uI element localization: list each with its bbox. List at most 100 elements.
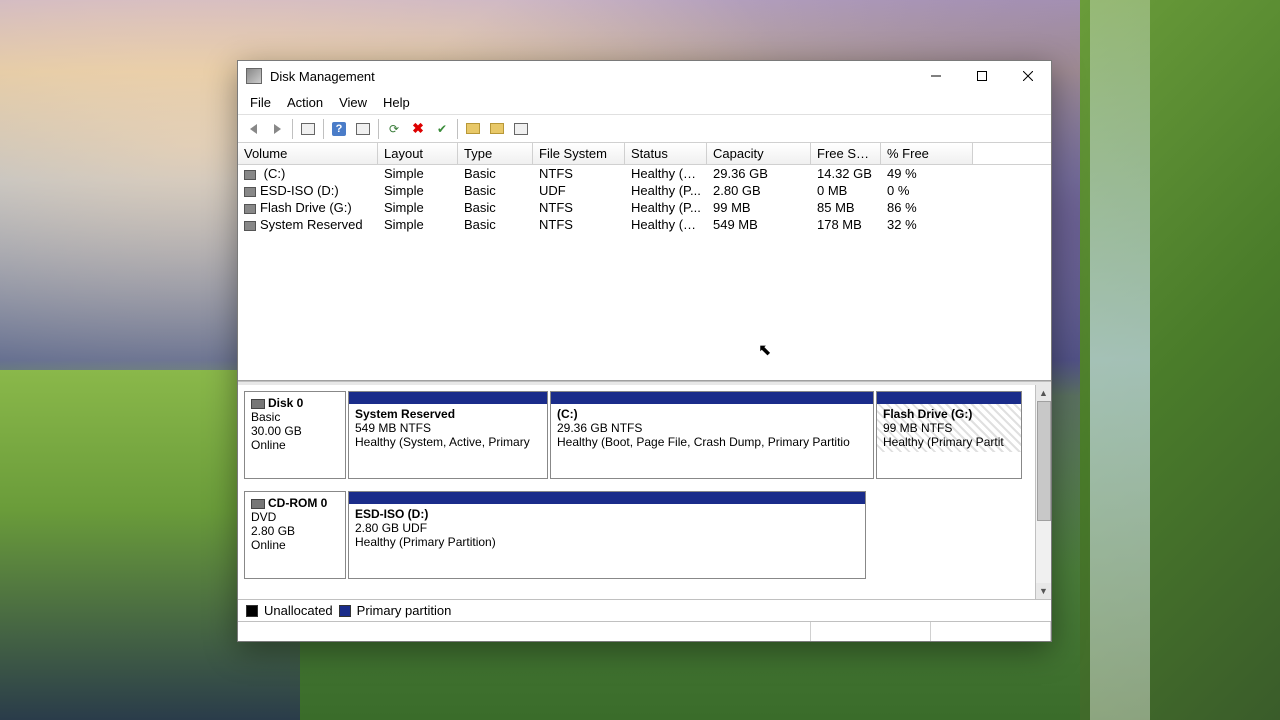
action2-button[interactable] bbox=[486, 118, 508, 140]
properties-button[interactable] bbox=[352, 118, 374, 140]
delete-button[interactable]: ✖ bbox=[407, 118, 429, 140]
disk-label[interactable]: Disk 0Basic30.00 GBOnline bbox=[244, 391, 346, 479]
col-pctfree[interactable]: % Free bbox=[881, 143, 973, 164]
volume-cell: Simple bbox=[378, 217, 458, 232]
volume-cell: Simple bbox=[378, 166, 458, 181]
partition-header bbox=[877, 392, 1021, 404]
disk-label[interactable]: CD-ROM 0DVD2.80 GBOnline bbox=[244, 491, 346, 579]
arrow-right-icon bbox=[274, 124, 281, 134]
col-capacity[interactable]: Capacity bbox=[707, 143, 811, 164]
volume-row[interactable]: (C:)SimpleBasicNTFSHealthy (B...29.36 GB… bbox=[238, 165, 1051, 182]
check-button[interactable]: ✔ bbox=[431, 118, 453, 140]
volume-cell: Healthy (P... bbox=[625, 183, 707, 198]
disk-row: CD-ROM 0DVD2.80 GBOnlineESD-ISO (D:)2.80… bbox=[244, 491, 1045, 579]
wallpaper-waterfall bbox=[1090, 0, 1150, 720]
volume-cell: Healthy (S... bbox=[625, 217, 707, 232]
volume-cell: 85 MB bbox=[811, 200, 881, 215]
panel-icon bbox=[301, 123, 315, 135]
volume-row[interactable]: Flash Drive (G:)SimpleBasicNTFSHealthy (… bbox=[238, 199, 1051, 216]
legend-unallocated-swatch bbox=[246, 605, 258, 617]
volume-cell: Basic bbox=[458, 200, 533, 215]
volume-cell: Basic bbox=[458, 166, 533, 181]
volume-cell: Healthy (B... bbox=[625, 166, 707, 181]
menu-view[interactable]: View bbox=[331, 93, 375, 112]
col-type[interactable]: Type bbox=[458, 143, 533, 164]
volume-cell: 99 MB bbox=[707, 200, 811, 215]
volume-cell: 0 % bbox=[881, 183, 973, 198]
volume-cell: 86 % bbox=[881, 200, 973, 215]
minimize-button[interactable] bbox=[913, 61, 959, 91]
close-button[interactable] bbox=[1005, 61, 1051, 91]
graphical-scrollbar[interactable]: ▲ ▼ bbox=[1035, 385, 1051, 599]
volume-cell: NTFS bbox=[533, 200, 625, 215]
volume-cell: UDF bbox=[533, 183, 625, 198]
arrow-left-icon bbox=[250, 124, 257, 134]
volume-list-header: Volume Layout Type File System Status Ca… bbox=[238, 143, 1051, 165]
partition-header bbox=[349, 492, 865, 504]
col-volume[interactable]: Volume bbox=[238, 143, 378, 164]
volume-cell: Basic bbox=[458, 217, 533, 232]
help-button[interactable]: ? bbox=[328, 118, 350, 140]
volume-cell: NTFS bbox=[533, 166, 625, 181]
volume-cell: (C:) bbox=[238, 166, 378, 181]
toolbar-separator bbox=[378, 119, 379, 139]
col-filesystem[interactable]: File System bbox=[533, 143, 625, 164]
x-icon: ✖ bbox=[412, 120, 424, 137]
forward-button[interactable] bbox=[266, 118, 288, 140]
volume-cell: 14.32 GB bbox=[811, 166, 881, 181]
scroll-thumb[interactable] bbox=[1037, 401, 1051, 521]
scroll-up-button[interactable]: ▲ bbox=[1036, 385, 1051, 401]
partition-container: System Reserved549 MB NTFSHealthy (Syste… bbox=[348, 391, 1045, 479]
graphical-view: Disk 0Basic30.00 GBOnlineSystem Reserved… bbox=[238, 385, 1051, 599]
volume-list-body[interactable]: (C:)SimpleBasicNTFSHealthy (B...29.36 GB… bbox=[238, 165, 1051, 380]
toolbar-separator bbox=[457, 119, 458, 139]
col-freespace[interactable]: Free Spa... bbox=[811, 143, 881, 164]
action1-button[interactable] bbox=[462, 118, 484, 140]
volume-cell: 178 MB bbox=[811, 217, 881, 232]
volume-cell: ESD-ISO (D:) bbox=[238, 183, 378, 198]
volume-cell: System Reserved bbox=[238, 217, 378, 232]
partition[interactable]: ESD-ISO (D:)2.80 GB UDFHealthy (Primary … bbox=[348, 491, 866, 579]
app-icon bbox=[246, 68, 262, 84]
toolbar-separator bbox=[323, 119, 324, 139]
menu-help[interactable]: Help bbox=[375, 93, 418, 112]
legend-unallocated-label: Unallocated bbox=[264, 603, 333, 618]
titlebar[interactable]: Disk Management bbox=[238, 61, 1051, 91]
volume-cell: 2.80 GB bbox=[707, 183, 811, 198]
menu-file[interactable]: File bbox=[242, 93, 279, 112]
window-icon bbox=[514, 123, 528, 135]
refresh-icon: ⟳ bbox=[389, 122, 399, 136]
partition[interactable]: Flash Drive (G:)99 MB NTFSHealthy (Prima… bbox=[876, 391, 1022, 479]
menubar: File Action View Help bbox=[238, 91, 1051, 115]
volume-row[interactable]: System ReservedSimpleBasicNTFSHealthy (S… bbox=[238, 216, 1051, 233]
refresh-button[interactable]: ⟳ bbox=[383, 118, 405, 140]
folder-icon bbox=[466, 123, 480, 134]
menu-action[interactable]: Action bbox=[279, 93, 331, 112]
volume-cell: 49 % bbox=[881, 166, 973, 181]
volume-cell: 32 % bbox=[881, 217, 973, 232]
col-status[interactable]: Status bbox=[625, 143, 707, 164]
disk-row: Disk 0Basic30.00 GBOnlineSystem Reserved… bbox=[244, 391, 1045, 479]
show-hide-console-button[interactable] bbox=[297, 118, 319, 140]
partition[interactable]: System Reserved549 MB NTFSHealthy (Syste… bbox=[348, 391, 548, 479]
volume-cell: Healthy (P... bbox=[625, 200, 707, 215]
statusbar bbox=[238, 621, 1051, 641]
partition-header bbox=[551, 392, 873, 404]
volume-row[interactable]: ESD-ISO (D:)SimpleBasicUDFHealthy (P...2… bbox=[238, 182, 1051, 199]
toolbar-separator bbox=[292, 119, 293, 139]
col-layout[interactable]: Layout bbox=[378, 143, 458, 164]
partition-header bbox=[349, 392, 547, 404]
check-icon: ✔ bbox=[437, 122, 447, 136]
scroll-down-button[interactable]: ▼ bbox=[1036, 583, 1051, 599]
volume-cell: NTFS bbox=[533, 217, 625, 232]
disk-management-window: Disk Management File Action View Help ? … bbox=[237, 60, 1052, 642]
volume-cell: Simple bbox=[378, 183, 458, 198]
back-button[interactable] bbox=[242, 118, 264, 140]
action3-button[interactable] bbox=[510, 118, 532, 140]
volume-list: Volume Layout Type File System Status Ca… bbox=[238, 143, 1051, 381]
window-title: Disk Management bbox=[270, 69, 913, 84]
legend: Unallocated Primary partition bbox=[238, 599, 1051, 621]
maximize-button[interactable] bbox=[959, 61, 1005, 91]
volume-cell: 0 MB bbox=[811, 183, 881, 198]
partition[interactable]: (C:)29.36 GB NTFSHealthy (Boot, Page Fil… bbox=[550, 391, 874, 479]
